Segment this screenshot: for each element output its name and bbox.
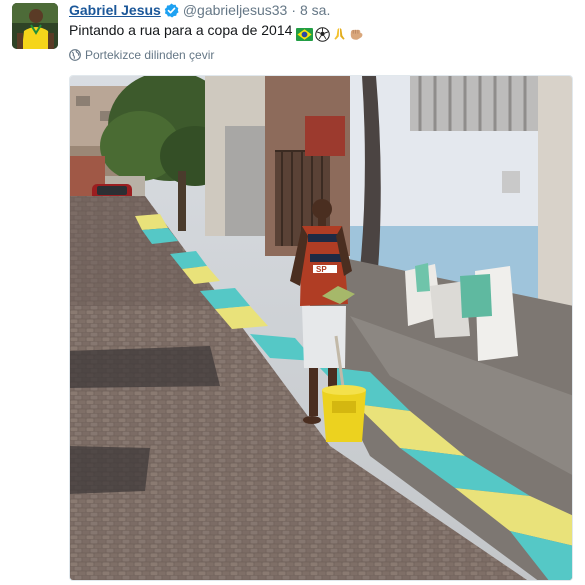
tweet-timestamp[interactable]: 8 sa.: [300, 2, 330, 18]
fist-bump-icon: [351, 29, 363, 40]
tweet-text: Pintando a rua para a copa de 2014: [69, 21, 366, 42]
tweet-text-body: Pintando a rua para a copa de 2014: [69, 22, 293, 38]
translate-label: Portekizce dilinden çevir: [85, 48, 215, 62]
tweet-header: Gabriel Jesus @gabrieljesus33 · 8 sa.: [69, 1, 330, 19]
globe-icon: [69, 49, 81, 61]
tweet-photo[interactable]: SP: [69, 75, 573, 581]
brazil-flag-icon: [296, 27, 314, 41]
avatar[interactable]: [12, 3, 58, 49]
shirt-text: SP: [316, 265, 327, 274]
soccer-ball-icon: [315, 27, 331, 42]
praying-hands-icon: [334, 27, 346, 40]
emoji-group: [296, 24, 366, 42]
tweet: Gabriel Jesus @gabrieljesus33 · 8 sa. Pinta…: [0, 0, 585, 585]
separator-dot: ·: [291, 2, 296, 18]
verified-badge-icon: [164, 3, 179, 22]
translate-link[interactable]: Portekizce dilinden çevir: [69, 47, 214, 63]
author-handle[interactable]: @gabrieljesus33: [183, 2, 288, 18]
street-painting-photo: SP: [70, 76, 572, 580]
author-name[interactable]: Gabriel Jesus: [69, 2, 161, 18]
avatar-image: [12, 3, 58, 49]
